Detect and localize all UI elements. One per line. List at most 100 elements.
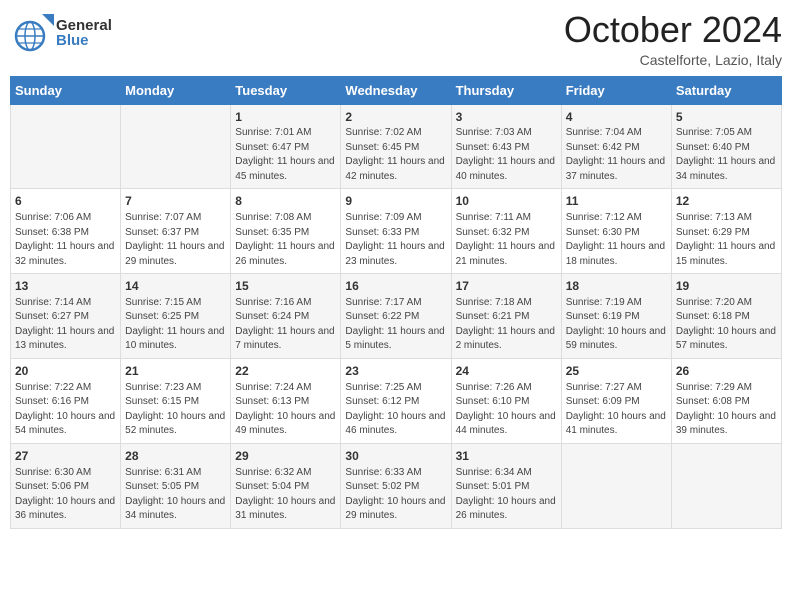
- calendar-cell: 22Sunrise: 7:24 AM Sunset: 6:13 PM Dayli…: [231, 358, 341, 443]
- day-number: 2: [345, 109, 446, 126]
- day-number: 20: [15, 363, 116, 380]
- day-number: 31: [456, 448, 557, 465]
- calendar-cell: 4Sunrise: 7:04 AM Sunset: 6:42 PM Daylig…: [561, 104, 671, 189]
- calendar-cell: 20Sunrise: 7:22 AM Sunset: 6:16 PM Dayli…: [11, 358, 121, 443]
- calendar-cell: 29Sunrise: 6:32 AM Sunset: 5:04 PM Dayli…: [231, 443, 341, 528]
- day-number: 26: [676, 363, 777, 380]
- day-number: 5: [676, 109, 777, 126]
- calendar-cell: 25Sunrise: 7:27 AM Sunset: 6:09 PM Dayli…: [561, 358, 671, 443]
- logo: General Blue: [10, 10, 112, 56]
- calendar-cell: 6Sunrise: 7:06 AM Sunset: 6:38 PM Daylig…: [11, 189, 121, 274]
- page-header: General Blue October 2024 Castelforte, L…: [10, 10, 782, 68]
- day-info: Sunrise: 7:20 AM Sunset: 6:18 PM Dayligh…: [676, 296, 777, 354]
- calendar-cell: 16Sunrise: 7:17 AM Sunset: 6:22 PM Dayli…: [341, 274, 451, 359]
- calendar-cell: 30Sunrise: 6:33 AM Sunset: 5:02 PM Dayli…: [341, 443, 451, 528]
- day-info: Sunrise: 7:17 AM Sunset: 6:22 PM Dayligh…: [345, 296, 446, 354]
- day-info: Sunrise: 7:07 AM Sunset: 6:37 PM Dayligh…: [125, 211, 226, 269]
- month-title: October 2024: [564, 10, 782, 50]
- calendar-cell: 12Sunrise: 7:13 AM Sunset: 6:29 PM Dayli…: [671, 189, 781, 274]
- day-info: Sunrise: 6:30 AM Sunset: 5:06 PM Dayligh…: [15, 466, 116, 524]
- logo-blue-text: Blue: [56, 33, 112, 48]
- calendar-week-row: 6Sunrise: 7:06 AM Sunset: 6:38 PM Daylig…: [11, 189, 782, 274]
- calendar-week-row: 20Sunrise: 7:22 AM Sunset: 6:16 PM Dayli…: [11, 358, 782, 443]
- calendar-cell: 14Sunrise: 7:15 AM Sunset: 6:25 PM Dayli…: [121, 274, 231, 359]
- header-day-thursday: Thursday: [451, 76, 561, 104]
- day-info: Sunrise: 7:29 AM Sunset: 6:08 PM Dayligh…: [676, 381, 777, 439]
- calendar-cell: 11Sunrise: 7:12 AM Sunset: 6:30 PM Dayli…: [561, 189, 671, 274]
- day-number: 8: [235, 193, 336, 210]
- day-info: Sunrise: 6:33 AM Sunset: 5:02 PM Dayligh…: [345, 466, 446, 524]
- calendar-cell: 27Sunrise: 6:30 AM Sunset: 5:06 PM Dayli…: [11, 443, 121, 528]
- calendar-table: SundayMondayTuesdayWednesdayThursdayFrid…: [10, 76, 782, 529]
- day-info: Sunrise: 6:32 AM Sunset: 5:04 PM Dayligh…: [235, 466, 336, 524]
- calendar-cell: 13Sunrise: 7:14 AM Sunset: 6:27 PM Dayli…: [11, 274, 121, 359]
- day-info: Sunrise: 7:08 AM Sunset: 6:35 PM Dayligh…: [235, 211, 336, 269]
- day-number: 28: [125, 448, 226, 465]
- calendar-cell: 9Sunrise: 7:09 AM Sunset: 6:33 PM Daylig…: [341, 189, 451, 274]
- day-number: 17: [456, 278, 557, 295]
- day-info: Sunrise: 7:15 AM Sunset: 6:25 PM Dayligh…: [125, 296, 226, 354]
- day-number: 27: [15, 448, 116, 465]
- day-info: Sunrise: 7:24 AM Sunset: 6:13 PM Dayligh…: [235, 381, 336, 439]
- calendar-cell: 31Sunrise: 6:34 AM Sunset: 5:01 PM Dayli…: [451, 443, 561, 528]
- calendar-cell: [671, 443, 781, 528]
- day-number: 14: [125, 278, 226, 295]
- day-info: Sunrise: 7:19 AM Sunset: 6:19 PM Dayligh…: [566, 296, 667, 354]
- day-info: Sunrise: 7:18 AM Sunset: 6:21 PM Dayligh…: [456, 296, 557, 354]
- day-number: 10: [456, 193, 557, 210]
- day-number: 19: [676, 278, 777, 295]
- day-info: Sunrise: 7:09 AM Sunset: 6:33 PM Dayligh…: [345, 211, 446, 269]
- day-info: Sunrise: 7:02 AM Sunset: 6:45 PM Dayligh…: [345, 126, 446, 184]
- day-info: Sunrise: 7:13 AM Sunset: 6:29 PM Dayligh…: [676, 211, 777, 269]
- day-number: 9: [345, 193, 446, 210]
- calendar-cell: 5Sunrise: 7:05 AM Sunset: 6:40 PM Daylig…: [671, 104, 781, 189]
- calendar-cell: [11, 104, 121, 189]
- header-day-wednesday: Wednesday: [341, 76, 451, 104]
- day-info: Sunrise: 7:27 AM Sunset: 6:09 PM Dayligh…: [566, 381, 667, 439]
- day-number: 24: [456, 363, 557, 380]
- day-info: Sunrise: 7:16 AM Sunset: 6:24 PM Dayligh…: [235, 296, 336, 354]
- day-info: Sunrise: 7:22 AM Sunset: 6:16 PM Dayligh…: [15, 381, 116, 439]
- day-info: Sunrise: 7:05 AM Sunset: 6:40 PM Dayligh…: [676, 126, 777, 184]
- day-info: Sunrise: 7:06 AM Sunset: 6:38 PM Dayligh…: [15, 211, 116, 269]
- day-info: Sunrise: 7:23 AM Sunset: 6:15 PM Dayligh…: [125, 381, 226, 439]
- calendar-cell: 1Sunrise: 7:01 AM Sunset: 6:47 PM Daylig…: [231, 104, 341, 189]
- calendar-cell: 19Sunrise: 7:20 AM Sunset: 6:18 PM Dayli…: [671, 274, 781, 359]
- day-number: 15: [235, 278, 336, 295]
- calendar-week-row: 13Sunrise: 7:14 AM Sunset: 6:27 PM Dayli…: [11, 274, 782, 359]
- calendar-cell: 24Sunrise: 7:26 AM Sunset: 6:10 PM Dayli…: [451, 358, 561, 443]
- day-number: 11: [566, 193, 667, 210]
- day-number: 12: [676, 193, 777, 210]
- day-number: 23: [345, 363, 446, 380]
- calendar-cell: 28Sunrise: 6:31 AM Sunset: 5:05 PM Dayli…: [121, 443, 231, 528]
- day-number: 1: [235, 109, 336, 126]
- header-day-tuesday: Tuesday: [231, 76, 341, 104]
- day-number: 30: [345, 448, 446, 465]
- calendar-cell: 21Sunrise: 7:23 AM Sunset: 6:15 PM Dayli…: [121, 358, 231, 443]
- day-info: Sunrise: 6:34 AM Sunset: 5:01 PM Dayligh…: [456, 466, 557, 524]
- header-day-sunday: Sunday: [11, 76, 121, 104]
- calendar-week-row: 1Sunrise: 7:01 AM Sunset: 6:47 PM Daylig…: [11, 104, 782, 189]
- day-number: 7: [125, 193, 226, 210]
- calendar-cell: 18Sunrise: 7:19 AM Sunset: 6:19 PM Dayli…: [561, 274, 671, 359]
- day-info: Sunrise: 7:11 AM Sunset: 6:32 PM Dayligh…: [456, 211, 557, 269]
- day-number: 22: [235, 363, 336, 380]
- logo-general-text: General: [56, 18, 112, 33]
- title-area: October 2024 Castelforte, Lazio, Italy: [564, 10, 782, 68]
- calendar-cell: [121, 104, 231, 189]
- calendar-cell: 15Sunrise: 7:16 AM Sunset: 6:24 PM Dayli…: [231, 274, 341, 359]
- calendar-header-row: SundayMondayTuesdayWednesdayThursdayFrid…: [11, 76, 782, 104]
- header-day-monday: Monday: [121, 76, 231, 104]
- day-number: 6: [15, 193, 116, 210]
- day-info: Sunrise: 7:04 AM Sunset: 6:42 PM Dayligh…: [566, 126, 667, 184]
- calendar-cell: 8Sunrise: 7:08 AM Sunset: 6:35 PM Daylig…: [231, 189, 341, 274]
- day-info: Sunrise: 6:31 AM Sunset: 5:05 PM Dayligh…: [125, 466, 226, 524]
- day-info: Sunrise: 7:25 AM Sunset: 6:12 PM Dayligh…: [345, 381, 446, 439]
- day-info: Sunrise: 7:26 AM Sunset: 6:10 PM Dayligh…: [456, 381, 557, 439]
- day-info: Sunrise: 7:01 AM Sunset: 6:47 PM Dayligh…: [235, 126, 336, 184]
- calendar-cell: [561, 443, 671, 528]
- day-number: 4: [566, 109, 667, 126]
- logo-text: General Blue: [56, 18, 112, 48]
- calendar-cell: 10Sunrise: 7:11 AM Sunset: 6:32 PM Dayli…: [451, 189, 561, 274]
- day-number: 3: [456, 109, 557, 126]
